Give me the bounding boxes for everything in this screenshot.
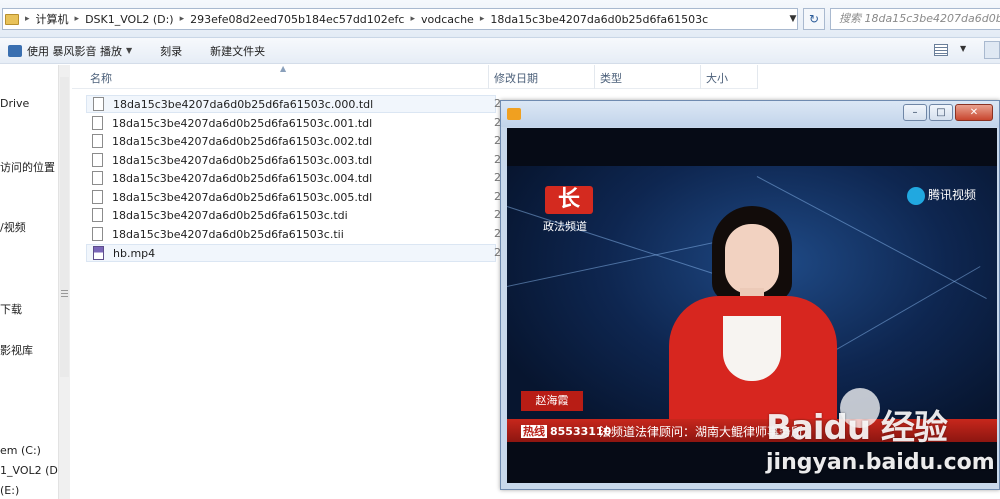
- player-title-bar[interactable]: – □ ✕: [501, 101, 999, 127]
- channel-name: 政法频道: [543, 220, 587, 233]
- nav-item-drive[interactable]: Drive: [0, 97, 29, 110]
- breadcrumb-vodcache[interactable]: vodcache: [421, 13, 474, 26]
- file-icon: [92, 116, 103, 130]
- baidu-jingyan-watermark: Baidu 经验 jingyan.baidu.com: [760, 388, 1000, 482]
- address-bar-row: ▸ 计算机 ▸ DSK1_VOL2 (D:) ▸ 293efe08d2eed70…: [0, 0, 1000, 38]
- column-divider[interactable]: [700, 65, 701, 89]
- file-name: 18da15c3be4207da6d0b25d6fa61503c.004.tdl: [112, 171, 373, 185]
- file-row[interactable]: hb.mp4: [86, 244, 496, 262]
- minimize-button[interactable]: –: [903, 104, 927, 121]
- open-with-button[interactable]: 使用 暴风影音 播放 ▼: [8, 43, 132, 59]
- maximize-button[interactable]: □: [929, 104, 953, 121]
- chevron-right-icon[interactable]: ▸: [75, 14, 80, 24]
- file-row[interactable]: 18da15c3be4207da6d0b25d6fa61503c.003.tdl: [86, 151, 496, 169]
- file-name: 18da15c3be4207da6d0b25d6fa61503c.tii: [112, 227, 344, 241]
- breadcrumb-current-folder[interactable]: 18da15c3be4207da6d0b25d6fa61503c: [490, 13, 708, 26]
- file-row[interactable]: 18da15c3be4207da6d0b25d6fa61503c.001.tdl: [86, 114, 496, 132]
- file-name: 18da15c3be4207da6d0b25d6fa61503c.003.tdl: [112, 153, 373, 167]
- file-icon: [92, 171, 103, 185]
- file-row[interactable]: 18da15c3be4207da6d0b25d6fa61503c.005.tdl: [86, 188, 496, 206]
- file-name: 18da15c3be4207da6d0b25d6fa61503c.001.tdl: [112, 116, 373, 130]
- new-folder-button[interactable]: 新建文件夹: [210, 43, 265, 59]
- close-button[interactable]: ✕: [955, 104, 993, 121]
- new-folder-label: 新建文件夹: [210, 44, 266, 58]
- file-icon: [92, 134, 103, 148]
- column-divider[interactable]: [594, 65, 595, 89]
- folder-icon: [5, 13, 19, 25]
- column-name[interactable]: 名称: [90, 70, 112, 86]
- refresh-button[interactable]: ↻: [803, 8, 825, 30]
- file-icon: [93, 97, 104, 111]
- channel-logo: 长: [545, 186, 593, 214]
- platform-name: 腾讯视频: [928, 188, 977, 202]
- file-icon: [92, 227, 103, 241]
- chevron-down-icon[interactable]: ▼: [960, 44, 966, 53]
- column-divider[interactable]: [757, 65, 758, 89]
- chevron-right-icon[interactable]: ▸: [410, 14, 415, 24]
- breadcrumb-hash-folder[interactable]: 293efe08d2eed705b184ec57dd102efc: [190, 13, 404, 26]
- file-row[interactable]: 18da15c3be4207da6d0b25d6fa61503c.004.tdl: [86, 169, 496, 187]
- sort-ascending-icon: ▲: [280, 64, 287, 73]
- address-field[interactable]: ▸ 计算机 ▸ DSK1_VOL2 (D:) ▸ 293efe08d2eed70…: [2, 8, 798, 30]
- media-file-icon: [93, 246, 104, 260]
- chevron-right-icon[interactable]: ▸: [180, 14, 185, 24]
- burn-button[interactable]: 刻录: [160, 43, 182, 59]
- watermark-url: jingyan.baidu.com: [766, 450, 995, 475]
- watermark-logo: Baidu 经验: [766, 408, 948, 448]
- player-icon: [8, 44, 22, 57]
- burn-label: 刻录: [160, 44, 183, 58]
- nav-item-drive-e[interactable]: (E:): [0, 484, 19, 497]
- chevron-down-icon: ▼: [126, 46, 133, 55]
- nav-item-videos[interactable]: /视频: [0, 219, 26, 235]
- view-options-icon[interactable]: [934, 44, 948, 56]
- file-row[interactable]: 18da15c3be4207da6d0b25d6fa61503c.tii: [86, 225, 496, 243]
- column-size[interactable]: 大小: [706, 70, 728, 86]
- column-divider[interactable]: [488, 65, 489, 89]
- file-name: 18da15c3be4207da6d0b25d6fa61503c.tdi: [112, 208, 348, 222]
- nav-item-downloads[interactable]: 下载: [0, 301, 22, 317]
- file-icon: [92, 208, 103, 222]
- column-modified[interactable]: 修改日期: [494, 70, 538, 86]
- hotline-tag: 热线: [521, 425, 547, 438]
- open-with-label: 使用 暴风影音 播放: [27, 44, 122, 58]
- chevron-right-icon[interactable]: ▸: [25, 14, 30, 24]
- navigation-scrollbar[interactable]: [58, 65, 70, 499]
- anchor-shirt: [723, 316, 781, 381]
- column-type[interactable]: 类型: [600, 70, 622, 86]
- hotline: 热线 85533110: [521, 423, 611, 439]
- file-row[interactable]: 18da15c3be4207da6d0b25d6fa61503c.002.tdl: [86, 132, 496, 150]
- file-name: 18da15c3be4207da6d0b25d6fa61503c.002.tdl: [112, 134, 373, 148]
- file-row[interactable]: 18da15c3be4207da6d0b25d6fa61503c.tdi: [86, 206, 496, 224]
- search-input[interactable]: 搜索 18da15c3be4207da6d0b25d6f: [830, 8, 1000, 30]
- file-icon: [92, 153, 103, 167]
- preview-pane-button[interactable]: [984, 41, 1000, 59]
- column-headers: ▲ 名称 修改日期 类型 大小: [72, 64, 758, 89]
- platform-logo: 腾讯视频: [907, 186, 976, 205]
- file-name: 18da15c3be4207da6d0b25d6fa61503c.000.tdl: [113, 97, 374, 111]
- nav-item-video-library[interactable]: 影视库: [0, 342, 33, 358]
- nav-item-drive-c[interactable]: em (C:): [0, 444, 41, 457]
- address-dropdown-icon[interactable]: ▼: [786, 9, 800, 29]
- player-logo-icon: [507, 108, 521, 120]
- nav-item-drive-d[interactable]: 1_VOL2 (D:): [0, 464, 66, 477]
- explorer-window: ▸ 计算机 ▸ DSK1_VOL2 (D:) ▸ 293efe08d2eed70…: [0, 0, 1000, 499]
- anchor-name-caption: 赵海霞: [521, 391, 583, 411]
- play-icon: [907, 186, 925, 205]
- breadcrumb-drive-d[interactable]: DSK1_VOL2 (D:): [85, 13, 174, 26]
- scrollbar-thumb[interactable]: [60, 77, 69, 377]
- file-name: hb.mp4: [113, 246, 156, 260]
- file-name: 18da15c3be4207da6d0b25d6fa61503c.005.tdl: [112, 190, 373, 204]
- chevron-right-icon[interactable]: ▸: [480, 14, 485, 24]
- nav-item-recent-places[interactable]: 访问的位置: [0, 159, 55, 175]
- command-bar: 使用 暴风影音 播放 ▼ 刻录 新建文件夹: [0, 38, 1000, 64]
- file-icon: [92, 190, 103, 204]
- file-row[interactable]: 18da15c3be4207da6d0b25d6fa61503c.000.tdl: [86, 95, 496, 113]
- anchor-face: [725, 224, 779, 294]
- breadcrumb-computer[interactable]: 计算机: [36, 11, 69, 27]
- scroll-grip-icon: [61, 290, 68, 298]
